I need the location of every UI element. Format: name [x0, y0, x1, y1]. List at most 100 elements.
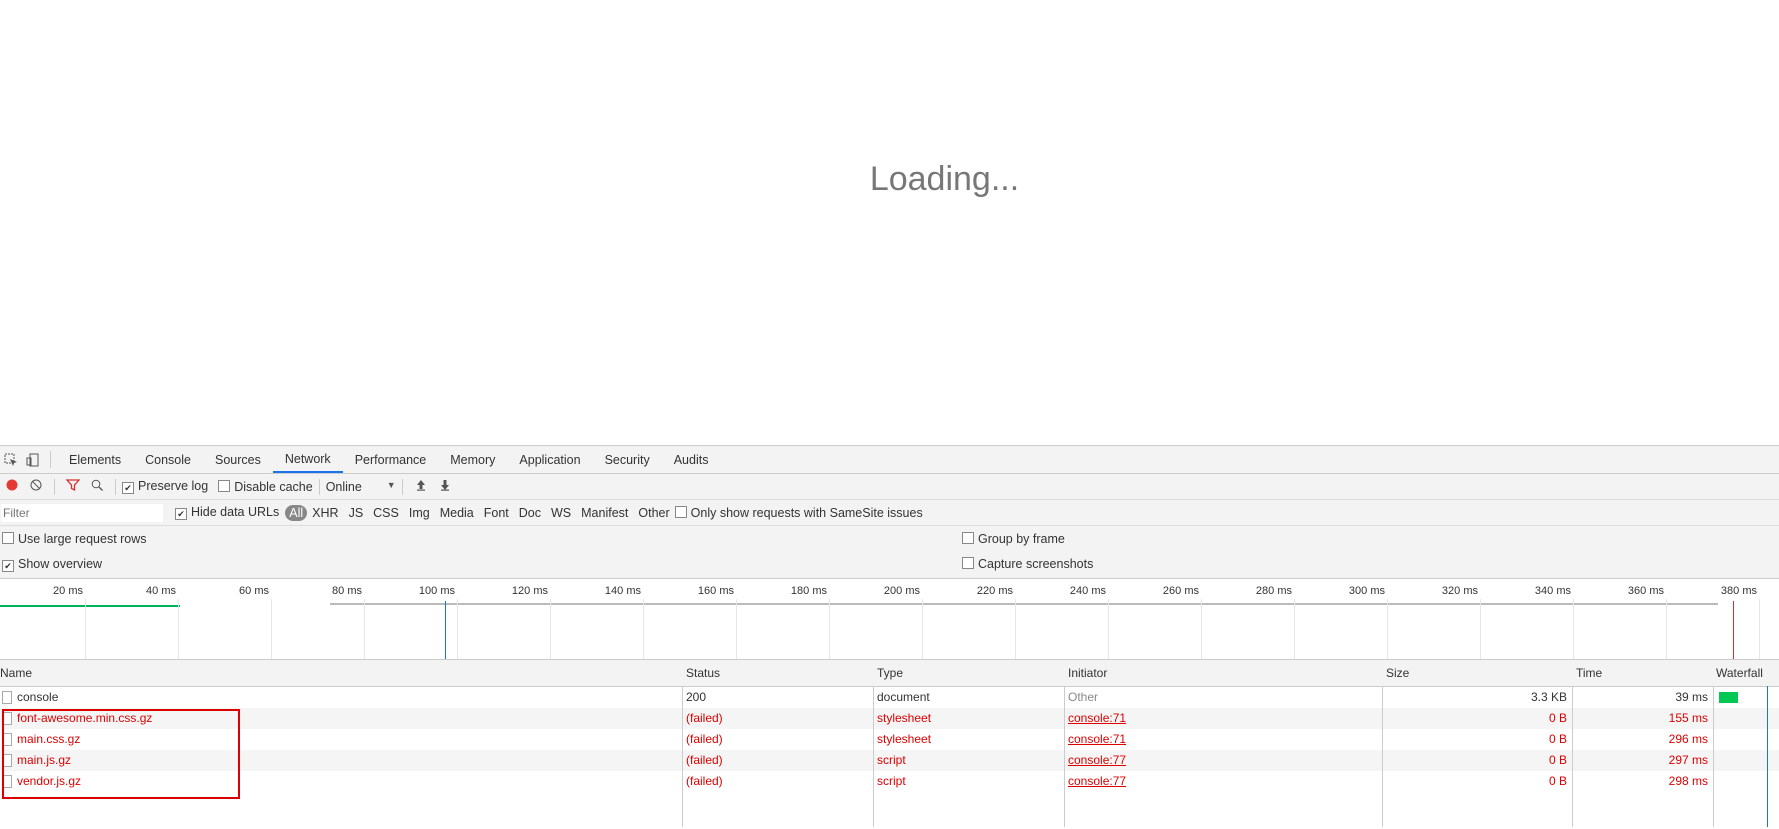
column-header-time[interactable]: Time — [1576, 666, 1602, 680]
cell-type: script — [877, 774, 906, 788]
filter-type-media[interactable]: Media — [435, 506, 479, 520]
filter-type-manifest[interactable]: Manifest — [576, 506, 633, 520]
overview-tick-label: 300 ms — [1348, 585, 1385, 597]
filter-type-img[interactable]: Img — [404, 506, 435, 520]
record-icon[interactable] — [0, 479, 24, 494]
throttling-select[interactable]: Online ▼ — [326, 480, 396, 494]
overview-gridline — [1015, 599, 1016, 659]
column-header-size[interactable]: Size — [1386, 666, 1409, 680]
overview-tick-label: 360 ms — [1627, 585, 1664, 597]
samesite-label: Only show requests with SameSite issues — [690, 505, 923, 520]
table-row[interactable]: main.css.gz (failed) stylesheet console:71 0… — [0, 729, 1779, 750]
table-row[interactable]: main.js.gz (failed) script console:77 0 B 297… — [0, 750, 1779, 771]
tab-elements[interactable]: Elements — [57, 446, 133, 473]
device-toolbar-icon[interactable] — [22, 446, 44, 473]
throttling-value: Online — [325, 479, 362, 494]
overview-tick-label: 20 ms — [53, 585, 83, 597]
preserve-log-checkbox[interactable]: ✔ Preserve log — [122, 479, 208, 494]
export-har-icon[interactable] — [433, 479, 457, 494]
waterfall-dcl-line — [1767, 686, 1768, 827]
capture-screenshots-checkbox[interactable]: Capture screenshots — [962, 557, 1093, 571]
column-divider — [1064, 686, 1065, 827]
overview-tick-label: 220 ms — [976, 585, 1013, 597]
cell-type: stylesheet — [877, 711, 932, 725]
group-by-frame-checkbox[interactable]: Group by frame — [962, 532, 1065, 546]
column-divider — [1572, 686, 1573, 827]
tab-console[interactable]: Console — [133, 446, 203, 473]
table-row[interactable]: console 200 document Other 3.3 KB 39 ms — [0, 687, 1779, 708]
disable-cache-checkbox[interactable]: Disable cache — [218, 479, 313, 494]
cell-status: 200 — [686, 690, 707, 704]
overview-gridline — [1666, 599, 1667, 659]
filter-type-doc[interactable]: Doc — [514, 506, 546, 520]
hide-data-urls-label: Hide data URLs — [191, 505, 280, 519]
column-divider — [682, 686, 683, 827]
filter-type-xhr[interactable]: XHR — [307, 506, 343, 520]
overview-gridline — [1480, 599, 1481, 659]
file-icon — [2, 691, 12, 704]
filter-type-other[interactable]: Other — [633, 506, 674, 520]
cell-initiator[interactable]: console:71 — [1068, 711, 1126, 725]
overview-tick-label: 240 ms — [1069, 585, 1106, 597]
show-overview-checkbox[interactable]: ✔ Show overview — [2, 557, 102, 572]
overview-gridline — [1759, 599, 1760, 659]
preserve-log-label: Preserve log — [138, 479, 209, 493]
filter-icon[interactable] — [61, 479, 85, 494]
cell-status: (failed) — [686, 732, 723, 746]
overview-gridline — [1201, 599, 1202, 659]
samesite-checkbox[interactable]: Only show requests with SameSite issues — [674, 505, 923, 520]
overview-gridline — [643, 599, 644, 659]
tab-memory[interactable]: Memory — [438, 446, 507, 473]
overview-gridline — [85, 599, 86, 659]
cell-time: 297 ms — [1668, 753, 1708, 767]
cell-status: (failed) — [686, 711, 723, 725]
cell-initiator[interactable]: console:77 — [1068, 774, 1126, 788]
overview-gridline — [1294, 599, 1295, 659]
network-overview[interactable]: 20 ms 40 ms 60 ms 80 ms 100 ms 120 ms 140 ms 16… — [0, 579, 1779, 660]
tab-audits[interactable]: Audits — [662, 446, 721, 473]
column-header-initiator[interactable]: Initiator — [1068, 666, 1107, 680]
overview-gridline — [550, 599, 551, 659]
cell-name[interactable]: console — [17, 690, 58, 704]
overview-tick-label: 180 ms — [790, 585, 827, 597]
cell-type: script — [877, 753, 906, 767]
filter-bar: ✔Hide data URLs AllXHRJSCSSImgMediaFontD… — [0, 500, 1779, 526]
cell-size: 0 B — [1548, 711, 1567, 725]
overview-tick-label: 200 ms — [883, 585, 920, 597]
filter-input[interactable] — [1, 503, 163, 522]
inspect-element-icon[interactable] — [0, 446, 22, 473]
search-icon[interactable] — [85, 479, 109, 494]
column-divider — [873, 686, 874, 827]
clear-icon[interactable] — [24, 479, 48, 494]
filter-type-font[interactable]: Font — [479, 506, 514, 520]
filter-type-js[interactable]: JS — [344, 506, 369, 520]
column-header-waterfall[interactable]: Waterfall — [1716, 666, 1763, 680]
load-event-marker — [1733, 601, 1734, 659]
cell-initiator[interactable]: console:71 — [1068, 732, 1126, 746]
column-header-status[interactable]: Status — [686, 666, 720, 680]
cell-status: (failed) — [686, 774, 723, 788]
overview-gridline — [1387, 599, 1388, 659]
large-rows-checkbox[interactable]: Use large request rows — [2, 532, 147, 546]
overview-gridline — [364, 599, 365, 659]
filter-type-css[interactable]: CSS — [368, 506, 404, 520]
tab-application[interactable]: Application — [507, 446, 592, 473]
tab-network[interactable]: Network — [272, 446, 343, 473]
tab-security[interactable]: Security — [593, 446, 662, 473]
page-content: Loading... — [0, 0, 1779, 445]
cell-size: 0 B — [1548, 774, 1567, 788]
table-row[interactable]: vendor.js.gz (failed) script console:77 0 B2… — [0, 771, 1779, 792]
cell-size: 0 B — [1548, 732, 1567, 746]
tab-performance[interactable]: Performance — [343, 446, 439, 473]
import-har-icon[interactable] — [409, 479, 433, 494]
cell-initiator[interactable]: console:77 — [1068, 753, 1126, 767]
hide-data-urls-checkbox[interactable]: ✔ Hide data URLs — [175, 505, 279, 520]
column-header-type[interactable]: Type — [877, 666, 903, 680]
tab-sources[interactable]: Sources — [203, 446, 273, 473]
filter-type-all[interactable]: All — [285, 504, 308, 521]
table-row[interactable]: font-awesome.min.css.gz (failed) styleshee… — [0, 708, 1779, 729]
column-header-name[interactable]: Name — [0, 666, 32, 680]
filter-type-ws[interactable]: WS — [546, 506, 576, 520]
devtools-panel: Elements Console Sources Network Performance… — [0, 445, 1779, 829]
cell-time: 298 ms — [1668, 774, 1708, 788]
